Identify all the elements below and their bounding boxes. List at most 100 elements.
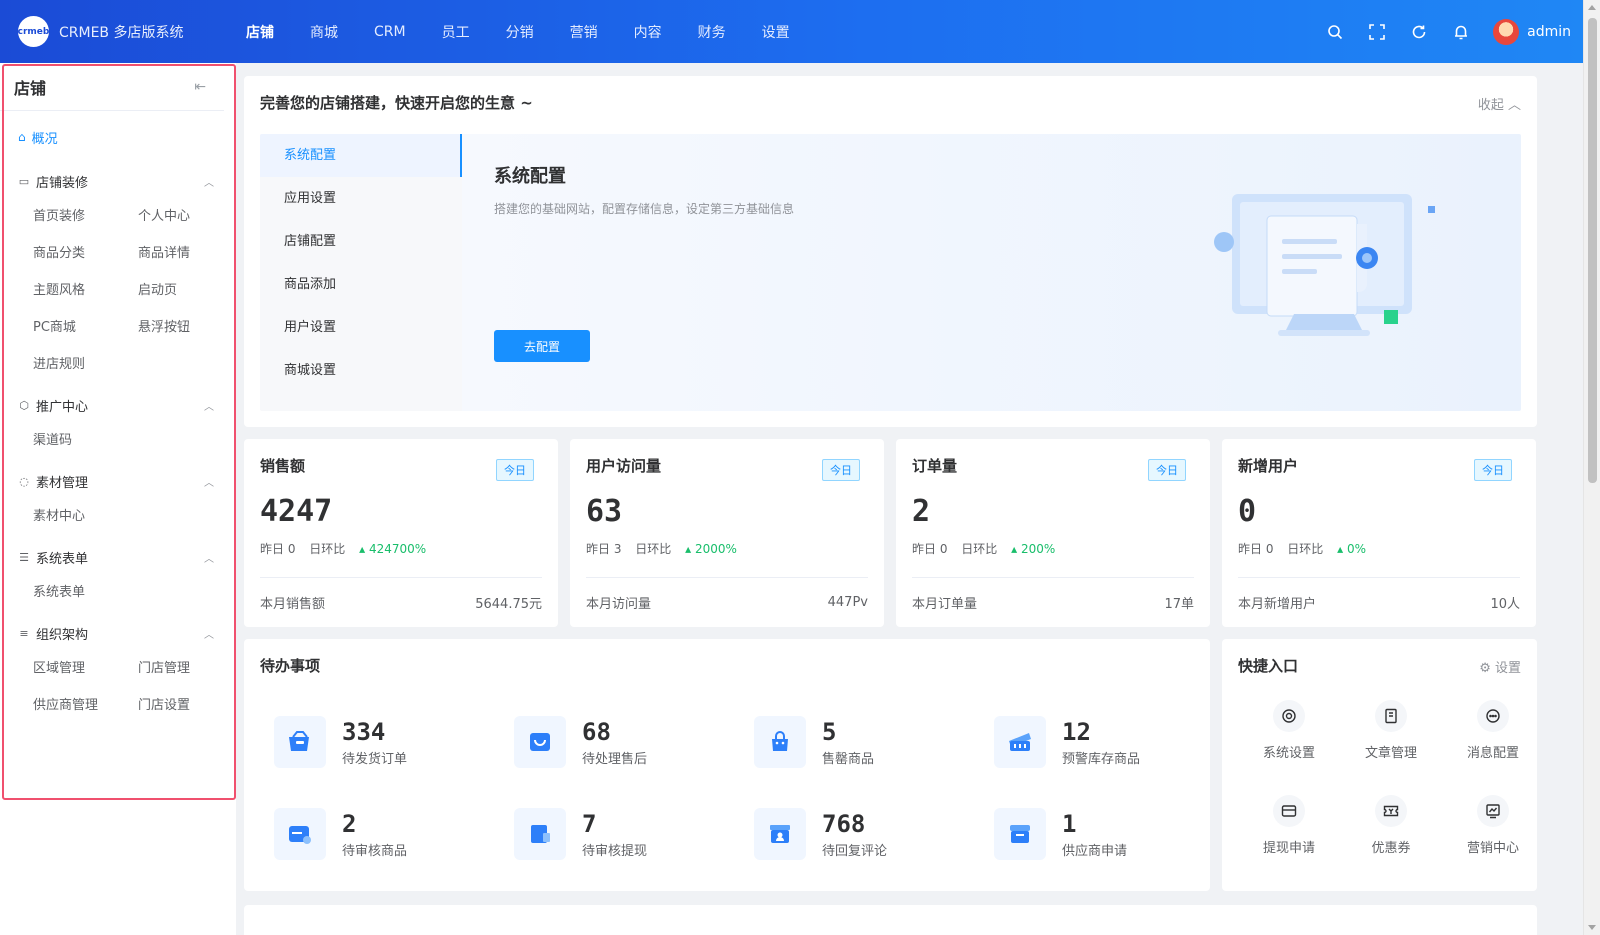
guide-tab-goods[interactable]: 商品添加 (260, 263, 462, 306)
todo-item-comment-reply[interactable]: 768 待回复评论 (754, 788, 994, 880)
box-truck-icon (274, 716, 326, 768)
stat-tag: 今日 (1148, 459, 1186, 481)
stat-value: 2 (912, 494, 931, 529)
quick-item-article[interactable]: 文章管理 (1340, 700, 1442, 795)
stat-card-new-users: 新增用户 今日 0 昨日 0 日环比 ▴ 0% 本月新增用户 10人 (1222, 439, 1536, 627)
top-nav-distribution[interactable]: 分销 (506, 22, 534, 42)
stock-warning-icon (994, 716, 1046, 768)
article-icon (1375, 700, 1407, 732)
stat-tag: 今日 (496, 459, 534, 481)
scrollbar-thumb[interactable] (1588, 18, 1597, 483)
quick-item-message[interactable]: 消息配置 (1442, 700, 1544, 795)
todo-label: 售罄商品 (822, 751, 875, 767)
todo-label: 待审核提现 (582, 843, 648, 859)
arrow-up-icon: ▴ (685, 542, 692, 556)
comment-reply-icon (754, 808, 806, 860)
todo-item-withdraw-review[interactable]: 7 待审核提现 (514, 788, 754, 880)
stat-value: 0 (1238, 494, 1257, 529)
quick-item-system-settings[interactable]: 系统设置 (1238, 700, 1340, 795)
quick-item-marketing[interactable]: 营销中心 (1442, 795, 1544, 890)
quick-item-withdraw[interactable]: 提现申请 (1238, 795, 1340, 890)
arrow-up-icon: ▴ (1011, 542, 1018, 556)
stat-ratio-label: 日环比 (961, 542, 998, 556)
todo-count: 768 (822, 809, 866, 838)
todo-count: 1 (1062, 809, 1077, 838)
todo-count: 68 (582, 717, 611, 746)
todo-item-pending-aftersale[interactable]: 68 待处理售后 (514, 696, 754, 788)
brand[interactable]: crmeb CRMEB 多店版系统 (0, 16, 230, 47)
message-icon (1477, 700, 1509, 732)
panel-description: 搭建您的基础网站，配置存储信息，设定第三方基础信息 (494, 202, 795, 216)
stat-foot-value: 447Pv (827, 595, 868, 610)
refresh-icon[interactable] (1409, 22, 1429, 42)
quick-label: 提现申请 (1262, 841, 1315, 856)
top-nav-staff[interactable]: 员工 (442, 22, 470, 42)
todo-label: 待回复评论 (822, 843, 888, 859)
top-bar: crmeb CRMEB 多店版系统 店铺 商城 CRM 员工 分销 营销 内容 … (0, 0, 1583, 63)
top-actions: admin (1303, 18, 1583, 45)
stat-foot-label: 本月访问量 (586, 597, 652, 612)
computer-illustration (1214, 194, 1435, 336)
stat-yesterday: 昨日 0 (1238, 542, 1274, 556)
scroll-down-icon[interactable] (1588, 925, 1596, 930)
stat-ratio: 2000% (694, 542, 737, 556)
todo-item-pending-shipment[interactable]: 334 待发货订单 (274, 696, 514, 788)
guide-tab-system[interactable]: 系统配置 (260, 134, 462, 177)
supplier-icon (994, 808, 1046, 860)
stat-foot-value: 5644.75元 (475, 597, 542, 612)
scroll-up-icon[interactable] (1588, 5, 1596, 10)
user-name[interactable]: admin (1527, 24, 1571, 40)
search-icon[interactable] (1325, 22, 1345, 42)
todo-item-stock-warning[interactable]: 12 预警库存商品 (994, 696, 1234, 788)
stat-foot-value: 17单 (1164, 597, 1194, 612)
top-nav-crm[interactable]: CRM (374, 24, 406, 40)
todo-item-sold-out[interactable]: 5 售罄商品 (754, 696, 994, 788)
vertical-scrollbar[interactable] (1583, 0, 1600, 935)
guide-tab-mall[interactable]: 商城设置 (260, 349, 462, 392)
stat-value: 63 (586, 494, 623, 529)
todo-label: 待处理售后 (582, 751, 648, 767)
todo-item-goods-review[interactable]: 2 待审核商品 (274, 788, 514, 880)
coupon-icon (1375, 795, 1407, 827)
guide-tabs: 系统配置 应用设置 店铺配置 商品添加 用户设置 商城设置 (260, 134, 462, 411)
stat-ratio: 424700% (368, 542, 427, 556)
guide-tab-user[interactable]: 用户设置 (260, 306, 462, 349)
stat-ratio: 200% (1020, 542, 1056, 556)
top-nav-finance[interactable]: 财务 (698, 22, 726, 42)
todo-item-supplier-apply[interactable]: 1 供应商申请 (994, 788, 1234, 880)
stat-ratio-label: 日环比 (1287, 542, 1324, 556)
bag-icon (754, 716, 806, 768)
configure-button[interactable]: 去配置 (494, 330, 590, 362)
stat-footer: 本月销售额 5644.75元 (260, 577, 542, 627)
guide-tab-store[interactable]: 店铺配置 (260, 220, 462, 263)
quick-label: 营销中心 (1466, 841, 1519, 856)
stat-ratio-label: 日环比 (635, 542, 672, 556)
avatar[interactable] (1493, 18, 1520, 45)
top-nav-mall[interactable]: 商城 (310, 22, 338, 42)
top-nav-marketing[interactable]: 营销 (570, 22, 598, 42)
bell-icon[interactable] (1451, 22, 1471, 42)
stat-value: 4247 (260, 494, 333, 529)
quick-settings-label: 设置 (1494, 661, 1521, 676)
stat-foot-value: 10人 (1490, 597, 1520, 612)
sidebar-highlight-frame (2, 64, 236, 800)
todo-count: 334 (342, 717, 386, 746)
top-nav: 店铺 商城 CRM 员工 分销 营销 内容 财务 设置 (246, 0, 826, 63)
top-nav-settings[interactable]: 设置 (762, 22, 790, 42)
stat-card-visits: 用户访问量 今日 63 昨日 3 日环比 ▴ 2000% 本月访问量 447Pv (570, 439, 884, 627)
guide-panel: 系统配置 搭建您的基础网站，配置存储信息，设定第三方基础信息 去配置 (462, 134, 1521, 411)
quick-item-coupon[interactable]: 优惠券 (1340, 795, 1442, 890)
guide-tab-app[interactable]: 应用设置 (260, 177, 462, 220)
stats-row: 销售额 今日 4247 昨日 0 日环比 ▴ 424700% 本月销售额 564… (244, 439, 1537, 627)
fullscreen-icon[interactable] (1367, 22, 1387, 42)
withdraw-review-icon (514, 808, 566, 860)
quick-settings-button[interactable]: ⚙ 设置 (1479, 657, 1521, 676)
stat-card-sales: 销售额 今日 4247 昨日 0 日环比 ▴ 424700% 本月销售额 564… (244, 439, 558, 627)
stat-yesterday: 昨日 0 (912, 542, 948, 556)
guide-fold-button[interactable]: 收起 ︿ (1478, 94, 1521, 113)
stat-footer: 本月新增用户 10人 (1238, 577, 1520, 627)
quick-label: 系统设置 (1262, 746, 1315, 761)
cart-return-icon (514, 716, 566, 768)
top-nav-store[interactable]: 店铺 (246, 22, 274, 42)
top-nav-content[interactable]: 内容 (634, 22, 662, 42)
